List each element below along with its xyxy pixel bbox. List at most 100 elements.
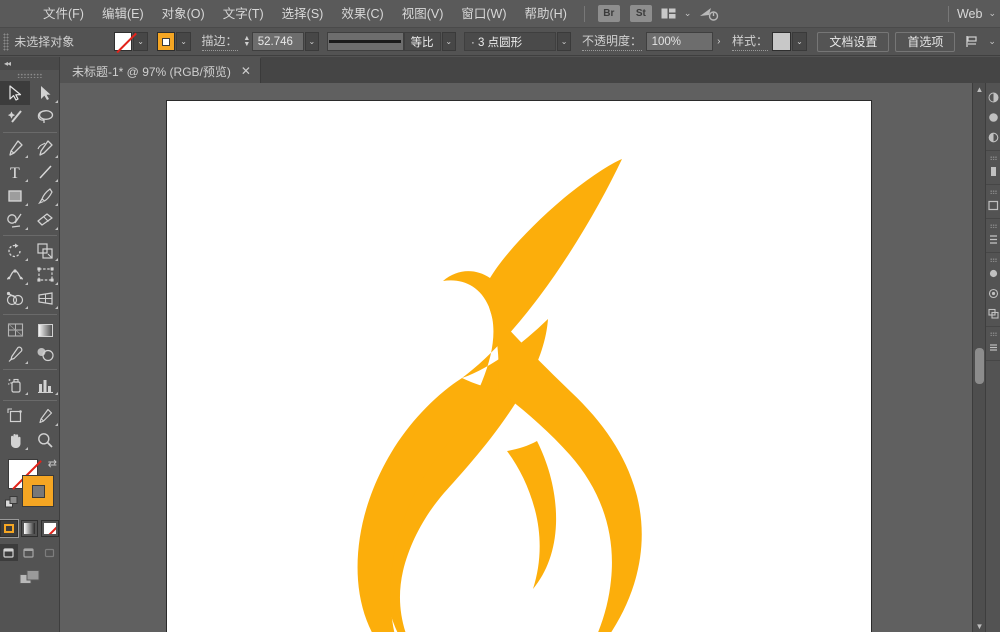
type-tool[interactable]: T xyxy=(0,160,30,184)
dock-tab-grip[interactable] xyxy=(986,188,1000,195)
gradient-mode-button[interactable] xyxy=(20,520,39,537)
arrange-caret-icon[interactable]: ⌄ xyxy=(684,8,692,19)
gradient-tool[interactable] xyxy=(30,318,60,342)
align-caret-icon[interactable]: ⌄ xyxy=(988,36,996,47)
menu-edit[interactable]: 编辑(E) xyxy=(93,0,153,28)
artboard[interactable]: X / 防 tem.com xyxy=(166,100,872,632)
menu-object[interactable]: 对象(O) xyxy=(153,0,214,28)
dock-tab-grip[interactable] xyxy=(986,154,1000,161)
scale-tool[interactable] xyxy=(30,239,60,263)
libraries-panel-icon[interactable] xyxy=(986,337,1000,357)
brush-definition-dropdown[interactable]: ⌄ xyxy=(556,32,572,51)
lasso-tool[interactable] xyxy=(30,105,60,129)
graphic-style-swatch[interactable] xyxy=(771,32,792,51)
dock-tab-grip[interactable] xyxy=(986,330,1000,337)
document-setup-button[interactable]: 文档设置 xyxy=(817,31,890,52)
symbol-sprayer-tool[interactable] xyxy=(0,373,30,397)
zoom-tool[interactable] xyxy=(30,428,60,452)
default-fill-stroke-icon[interactable] xyxy=(5,496,19,515)
canvas-vertical-scrollbar[interactable]: ▲ ▼ xyxy=(972,83,985,632)
color-panel-icon[interactable] xyxy=(986,87,1000,107)
swatches-panel-icon[interactable] xyxy=(986,127,1000,147)
free-transform-tool[interactable] xyxy=(30,263,60,287)
paintbrush-tool[interactable] xyxy=(30,184,60,208)
magic-wand-tool[interactable] xyxy=(0,105,30,129)
flame-bird-artwork[interactable] xyxy=(167,101,873,632)
curvature-tool[interactable] xyxy=(30,136,60,160)
full-screen-menu-mode-button[interactable] xyxy=(20,544,38,561)
workspace-switcher[interactable]: Web xyxy=(957,7,984,21)
menu-help[interactable]: 帮助(H) xyxy=(516,0,576,28)
dock-tab-grip[interactable] xyxy=(986,256,1000,263)
direct-selection-tool[interactable] xyxy=(30,81,60,105)
full-screen-mode-button[interactable] xyxy=(41,544,59,561)
column-graph-tool[interactable] xyxy=(30,373,60,397)
change-screen-mode-button[interactable] xyxy=(0,569,59,586)
menu-effect[interactable]: 效果(C) xyxy=(332,0,392,28)
stroke-swatch-large[interactable] xyxy=(22,475,54,507)
scrollbar-thumb[interactable] xyxy=(975,348,984,384)
stroke-weight-dropdown[interactable]: ⌄ xyxy=(304,32,320,51)
perspective-grid-tool[interactable] xyxy=(30,287,60,311)
selection-tool[interactable] xyxy=(0,81,30,105)
fill-color-swatch[interactable] xyxy=(113,32,133,51)
stroke-swatch-dropdown[interactable]: ⌄ xyxy=(176,32,191,51)
symbols-panel-icon[interactable] xyxy=(986,283,1000,303)
appearance-panel-icon[interactable] xyxy=(986,229,1000,249)
workspace-caret-icon[interactable]: ⌄ xyxy=(988,8,996,19)
arrange-documents-icon[interactable] xyxy=(661,8,676,19)
opacity-input[interactable]: 100% xyxy=(645,32,713,51)
stroke-profile-dropdown[interactable]: ⌄ xyxy=(441,32,456,51)
shaper-tool[interactable] xyxy=(0,208,30,232)
stroke-panel-icon[interactable] xyxy=(986,161,1000,181)
swap-fill-stroke-icon[interactable]: ⇄ xyxy=(48,457,57,470)
stroke-profile-label[interactable]: 等比 xyxy=(403,32,441,51)
color-guide-panel-icon[interactable] xyxy=(986,107,1000,127)
mesh-tool[interactable] xyxy=(0,318,30,342)
dock-tab-grip[interactable] xyxy=(986,222,1000,229)
stock-button[interactable]: St xyxy=(629,5,652,22)
blend-tool[interactable] xyxy=(30,342,60,366)
pen-tool[interactable] xyxy=(0,136,30,160)
eraser-tool[interactable] xyxy=(30,208,60,232)
app-logo-icon xyxy=(0,0,34,28)
rectangle-tool[interactable] xyxy=(0,184,30,208)
stroke-weight-stepper[interactable]: ▲ ▼ xyxy=(242,32,252,51)
color-mode-button[interactable] xyxy=(0,519,19,538)
bridge-button[interactable]: Br xyxy=(597,5,620,22)
artboard-tool[interactable] xyxy=(0,404,30,428)
align-options-icon[interactable] xyxy=(965,35,980,48)
tools-panel-grip[interactable] xyxy=(0,70,59,81)
hand-tool[interactable] xyxy=(0,428,30,452)
menu-view[interactable]: 视图(V) xyxy=(393,0,453,28)
canvas-area[interactable]: X / 防 tem.com xyxy=(60,83,985,632)
width-tool[interactable] xyxy=(0,263,30,287)
menu-select[interactable]: 选择(S) xyxy=(273,0,333,28)
brush-definition-select[interactable]: · 3 点圆形 xyxy=(463,32,556,51)
slice-tool[interactable] xyxy=(30,404,60,428)
menu-window[interactable]: 窗口(W) xyxy=(452,0,515,28)
opacity-expand-icon[interactable]: › xyxy=(713,32,725,51)
normal-screen-mode-button[interactable] xyxy=(0,544,19,561)
eyedropper-tool[interactable] xyxy=(0,342,30,366)
tools-panel-collapse-icon[interactable]: ◂◂ xyxy=(0,57,59,70)
close-icon[interactable]: ✕ xyxy=(241,64,251,78)
brushes-panel-icon[interactable] xyxy=(986,263,1000,283)
transparency-panel-icon[interactable] xyxy=(986,195,1000,215)
rotate-tool[interactable] xyxy=(0,239,30,263)
document-tab-bar: 未标题-1* @ 97% (RGB/预览) ✕ xyxy=(60,57,1000,83)
stroke-profile-preview[interactable] xyxy=(327,32,404,51)
shape-builder-tool[interactable] xyxy=(0,287,30,311)
control-bar-grip[interactable] xyxy=(3,32,10,51)
preferences-button[interactable]: 首选项 xyxy=(895,31,956,52)
stroke-color-swatch[interactable] xyxy=(156,32,176,51)
stock-search-icon[interactable] xyxy=(699,7,719,21)
line-segment-tool[interactable] xyxy=(30,160,60,184)
graphic-style-dropdown[interactable]: ⌄ xyxy=(792,32,807,51)
stroke-weight-input[interactable]: 52.746 xyxy=(251,32,304,51)
none-mode-button[interactable] xyxy=(41,520,60,537)
menu-file[interactable]: 文件(F) xyxy=(34,0,93,28)
menu-type[interactable]: 文字(T) xyxy=(214,0,273,28)
layers-panel-icon[interactable] xyxy=(986,303,1000,323)
document-tab[interactable]: 未标题-1* @ 97% (RGB/预览) ✕ xyxy=(60,57,261,83)
